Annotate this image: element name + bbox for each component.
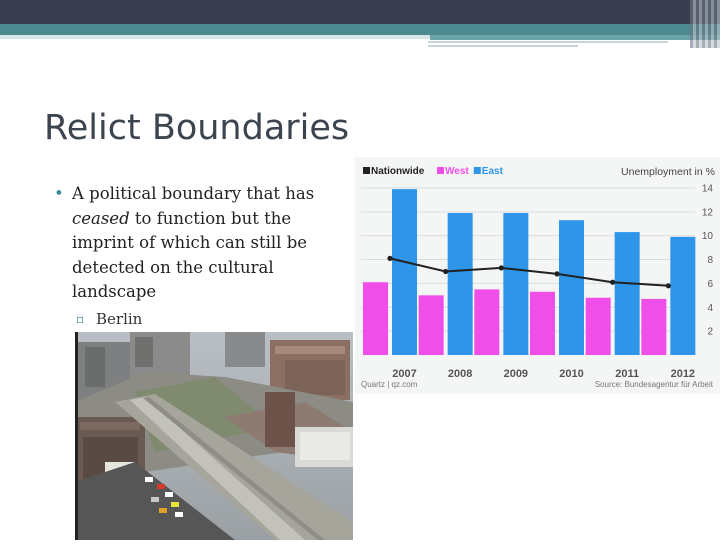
legend-swatch	[437, 167, 444, 174]
x-tick-label: 2012	[671, 368, 695, 380]
berlin-photo-image	[75, 332, 353, 540]
chart-title: Unemployment in %	[621, 166, 715, 178]
point-nationwide	[554, 271, 560, 277]
x-tick-label: 2010	[559, 368, 583, 380]
corner-decoration	[690, 0, 720, 48]
x-tick-label: 2009	[504, 368, 528, 380]
source-left: Quartz | qz.com	[361, 380, 418, 389]
top-decorative-bar	[0, 0, 720, 24]
teal-decorative-bar	[0, 24, 720, 35]
x-tick-label: 2007	[392, 368, 416, 380]
decorative-line	[428, 45, 578, 47]
berlin-photo	[75, 332, 353, 540]
sub-bullet-text: Berlin	[96, 309, 143, 328]
legend-label: West	[445, 166, 469, 177]
y-tick-label: 12	[702, 207, 714, 218]
bar-west	[363, 282, 388, 355]
sub-bullet-item: ▫ Berlin	[54, 307, 344, 332]
bullet-text: A political boundary that has ceased to …	[72, 184, 314, 301]
bullet-icon: •	[54, 184, 64, 203]
chart-svg: Nationwide West East Unemployment in % 14 12 1…	[361, 166, 715, 389]
y-tick-label: 6	[707, 279, 713, 290]
point-nationwide	[387, 255, 393, 261]
teal-decorative-bar-right	[430, 35, 720, 40]
bar-east	[447, 213, 473, 355]
legend-label: Nationwide	[371, 166, 425, 177]
light-decorative-bar	[0, 35, 430, 39]
y-tick-label: 8	[707, 255, 713, 266]
bar-east	[670, 236, 696, 355]
bar-east	[559, 220, 584, 355]
decorative-line	[428, 41, 668, 43]
point-nationwide	[665, 283, 671, 289]
bar-west	[418, 295, 444, 355]
bullet-list: • A political boundary that has ceased t…	[54, 182, 344, 331]
y-tick-label: 4	[707, 303, 713, 314]
bar-east	[503, 213, 529, 355]
legend-swatch	[363, 167, 370, 174]
sub-bullet-icon: ▫	[76, 311, 85, 326]
unemployment-chart: Nationwide West East Unemployment in % 14 12 1…	[355, 157, 720, 394]
y-tick-label: 10	[702, 231, 714, 242]
point-nationwide	[498, 265, 504, 271]
bar-east	[614, 232, 640, 355]
bar-east	[392, 189, 417, 355]
source-right: Source: Bundesagentur für Arbeit	[595, 380, 714, 389]
bar-west	[474, 289, 500, 355]
bullet-text-italic: ceased	[72, 208, 130, 228]
x-tick-label: 2011	[615, 368, 639, 380]
y-tick-label: 14	[702, 183, 714, 194]
legend-label: East	[482, 166, 504, 177]
bullet-item: • A political boundary that has ceased t…	[54, 182, 344, 305]
x-tick-label: 2008	[448, 368, 472, 380]
bar-west	[530, 291, 555, 355]
bar-west	[641, 298, 667, 355]
point-nationwide	[610, 279, 616, 285]
y-tick-label: 2	[707, 327, 713, 338]
slide-title: Relict Boundaries	[44, 108, 350, 148]
bullet-text-pre: A political boundary that has	[72, 184, 315, 203]
legend-swatch	[473, 167, 481, 174]
bar-west	[585, 297, 611, 355]
point-nationwide	[443, 268, 449, 275]
